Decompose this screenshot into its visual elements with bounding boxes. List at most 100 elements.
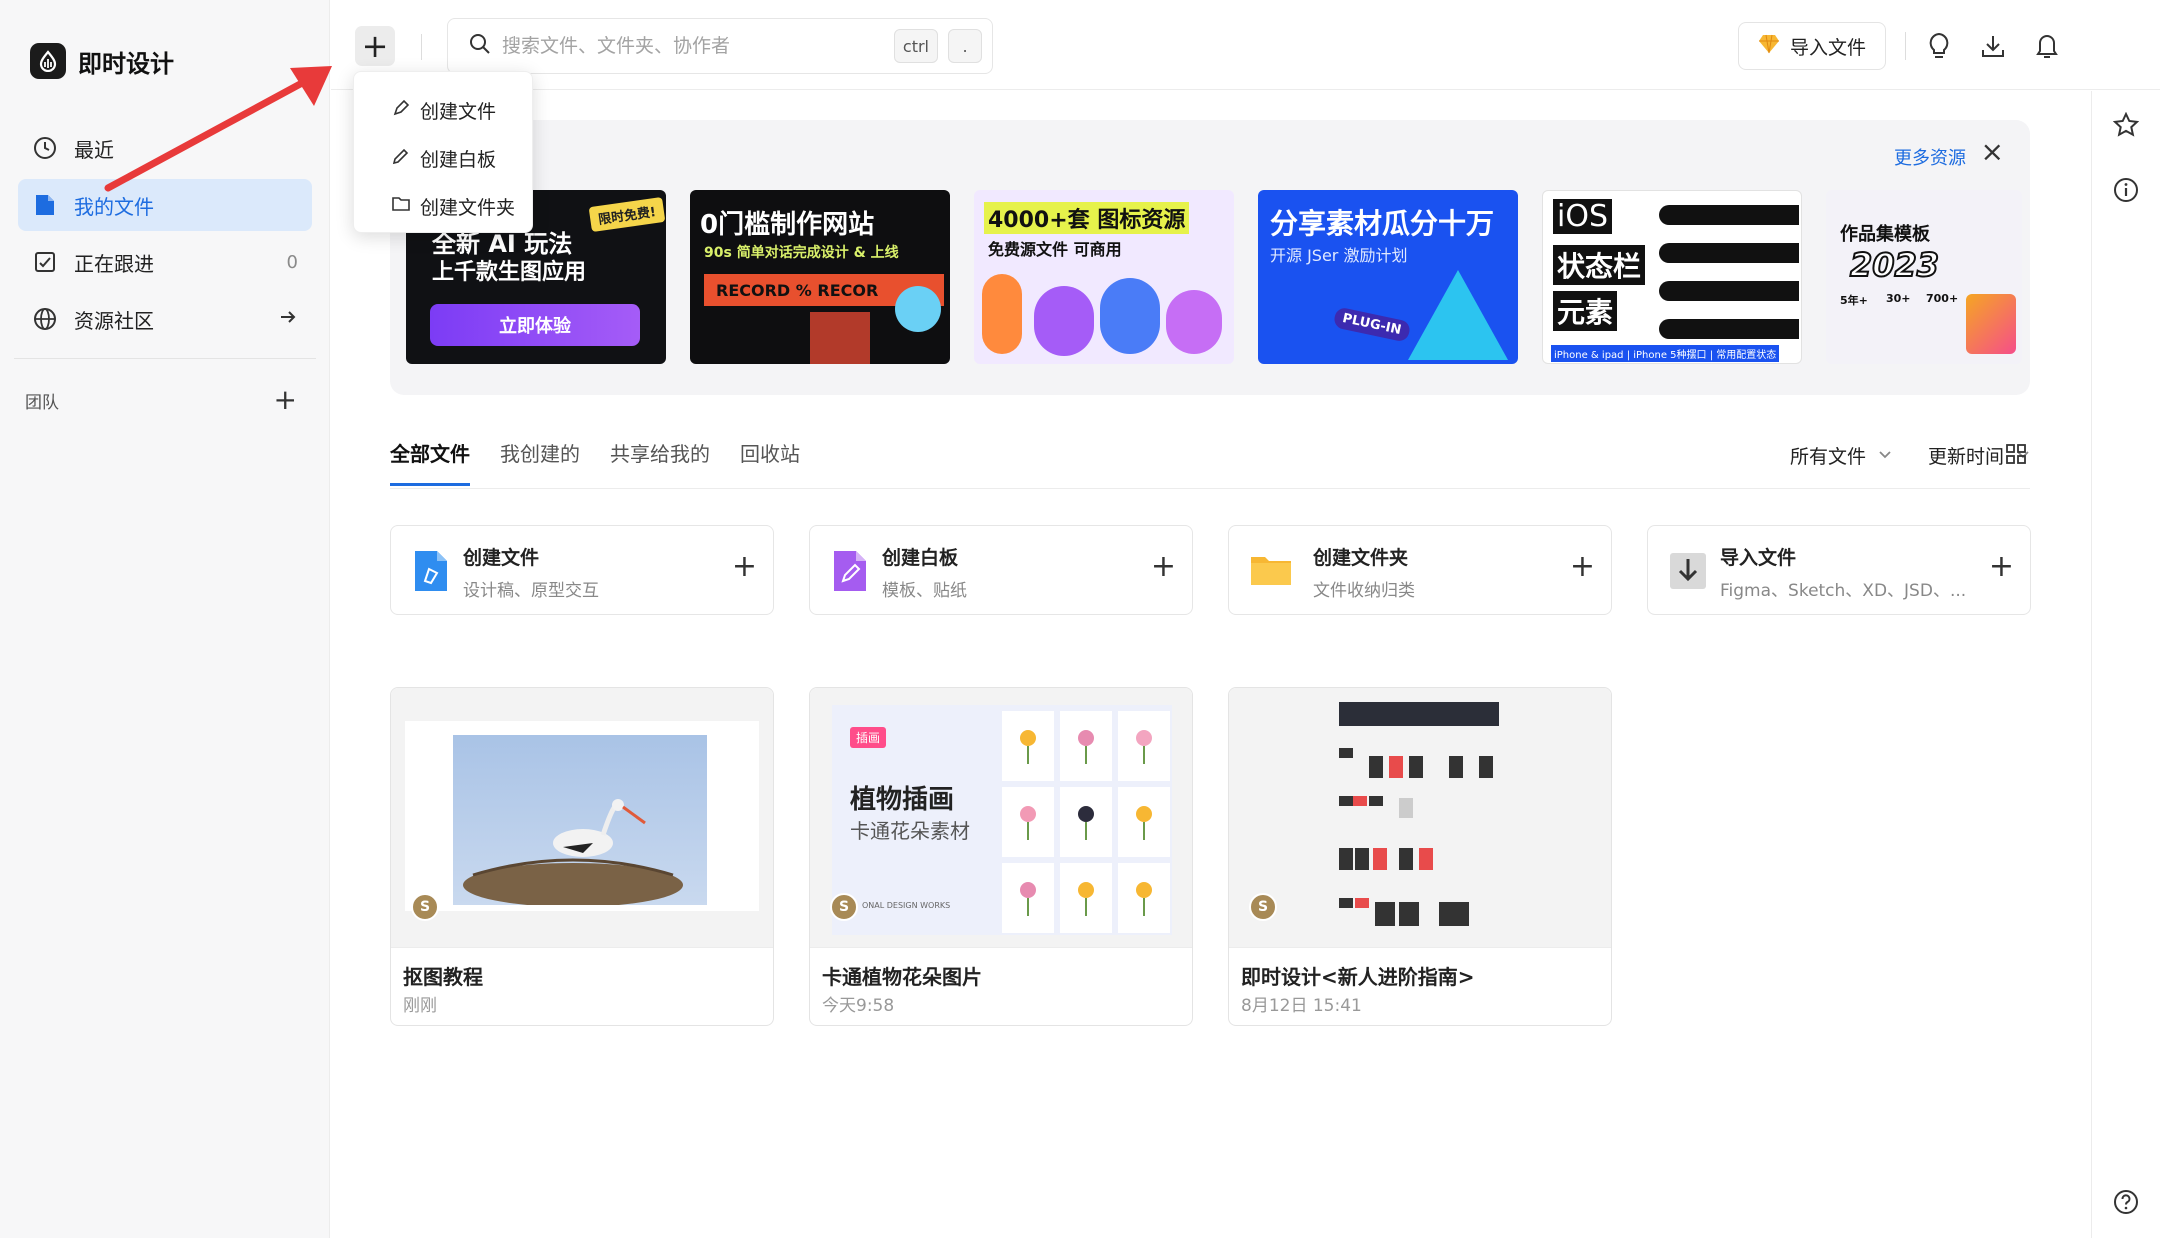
pencil-icon bbox=[392, 147, 410, 170]
resource-banner-portfolio[interactable]: 作品集模板 2023 5年+ 30+ 700+ bbox=[1826, 190, 2022, 364]
clock-icon bbox=[32, 135, 58, 161]
file-thumbnail: S bbox=[391, 688, 773, 948]
quick-subtitle: Figma、Sketch、XD、JSD、... bbox=[1720, 581, 1967, 601]
import-file-card[interactable]: 导入文件 Figma、Sketch、XD、JSD、... + bbox=[1647, 525, 2031, 615]
topbar-divider bbox=[421, 34, 422, 60]
menu-item-create-file[interactable]: 创建文件 bbox=[354, 86, 532, 134]
banner-title: 分享素材瓜分十万 bbox=[1270, 207, 1495, 240]
resource-banner-ios[interactable]: iOS 状态栏 元素 iPhone & ipad | iPhone 5种摆口 |… bbox=[1542, 190, 1802, 364]
try-now-label: 立即体验 bbox=[499, 316, 571, 337]
banner-title: 作品集模板 bbox=[1840, 224, 1930, 245]
sidebar-item-community[interactable]: 资源社区 bbox=[18, 293, 312, 345]
lightbulb-icon[interactable] bbox=[1921, 28, 1957, 64]
help-icon[interactable] bbox=[2109, 1185, 2143, 1219]
file-time: 8月12日 15:41 bbox=[1241, 996, 1362, 1016]
plus-icon: + bbox=[1569, 549, 1595, 584]
quick-title: 创建白板 bbox=[882, 547, 959, 569]
star-icon[interactable] bbox=[2109, 108, 2143, 142]
flower-icon bbox=[1118, 787, 1170, 857]
banner-year: 2023 bbox=[1849, 245, 1940, 285]
flower-icon bbox=[1060, 863, 1112, 933]
resource-banner-icons[interactable]: 4000+套 图标资源 免费源文件 可商用 bbox=[974, 190, 1234, 364]
import-icon bbox=[1668, 549, 1708, 593]
file-card[interactable]: 插画 植物插画 卡通花朵素材 ONAL DESIGN WORKS S 卡通植物花… bbox=[809, 687, 1193, 1026]
flower-icon bbox=[1002, 711, 1054, 781]
quick-title: 创建文件 bbox=[463, 547, 540, 569]
team-label: 团队 bbox=[25, 392, 59, 413]
file-time: 刚刚 bbox=[403, 996, 437, 1016]
topbar-divider bbox=[1905, 32, 1906, 60]
try-now-button: 立即体验 bbox=[430, 304, 640, 346]
following-count: 0 bbox=[286, 251, 298, 273]
team-section: 团队 + bbox=[25, 386, 297, 414]
banner-subtitle: 上千款生图应用 bbox=[432, 260, 587, 285]
folder-icon bbox=[1249, 549, 1293, 593]
flower-icon bbox=[1060, 711, 1112, 781]
record-text: RECORD % RECOR bbox=[716, 280, 879, 300]
tab-all-files[interactable]: 全部文件 bbox=[390, 438, 470, 486]
plus-icon: + bbox=[1988, 549, 2014, 584]
close-icon[interactable]: × bbox=[1981, 138, 2004, 166]
shortcut-key-dot: . bbox=[948, 29, 982, 63]
add-team-button[interactable]: + bbox=[274, 386, 297, 414]
new-menu: 创建文件 创建白板 创建文件夹 bbox=[353, 71, 533, 233]
sidebar-item-following[interactable]: 正在跟进 0 bbox=[18, 236, 312, 288]
avatar: S bbox=[411, 893, 439, 921]
create-folder-card[interactable]: 创建文件夹 文件收纳归类 + bbox=[1228, 525, 1612, 615]
search-box[interactable]: ctrl . bbox=[447, 18, 993, 74]
tabs-divider bbox=[390, 488, 2030, 489]
file-tabs: 全部文件 我创建的 共享给我的 回收站 bbox=[390, 438, 800, 486]
tab-trash[interactable]: 回收站 bbox=[740, 438, 800, 486]
flower-icon bbox=[1060, 787, 1112, 857]
import-file-button[interactable]: 导入文件 bbox=[1738, 22, 1886, 70]
search-input[interactable] bbox=[502, 35, 884, 57]
tab-shared-with-me[interactable]: 共享给我的 bbox=[610, 438, 710, 486]
file-icon bbox=[32, 192, 58, 218]
create-file-card[interactable]: 创建文件 设计稿、原型交互 + bbox=[390, 525, 774, 615]
create-whiteboard-card[interactable]: 创建白板 模板、贴纸 + bbox=[809, 525, 1193, 615]
thumb-footer: ONAL DESIGN WORKS bbox=[862, 901, 951, 910]
resource-banner-plugin[interactable]: 分享素材瓜分十万 开源 JSer 激励计划 PLUG-IN bbox=[1258, 190, 1518, 364]
thumb-header bbox=[1339, 702, 1499, 726]
design-file-icon bbox=[411, 549, 451, 593]
banner-subtitle: 90s 简单对话完成设计 & 上线 bbox=[704, 245, 899, 261]
file-title: 卡通植物花朵图片 bbox=[822, 965, 982, 989]
file-thumbnail: 插画 植物插画 卡通花朵素材 ONAL DESIGN WORKS S bbox=[810, 688, 1192, 948]
resource-banner-website[interactable]: 0门槛制作网站 90s 简单对话完成设计 & 上线 RECORD % RECOR bbox=[690, 190, 950, 364]
deco-shape bbox=[1966, 294, 2016, 354]
download-icon[interactable] bbox=[1975, 28, 2011, 64]
stork-photo bbox=[453, 735, 707, 907]
filters: 所有文件 更新时间 bbox=[1790, 442, 2030, 469]
flower-icon bbox=[1002, 863, 1054, 933]
arrow-right-icon bbox=[278, 307, 298, 332]
tab-created-by-me[interactable]: 我创建的 bbox=[500, 438, 580, 486]
thumb-flow bbox=[1339, 738, 1509, 938]
chevron-down-icon bbox=[1878, 448, 1892, 464]
banner-image bbox=[810, 312, 870, 364]
sort-label: 更新时间 bbox=[1927, 446, 2004, 468]
file-card[interactable]: S 抠图教程 刚刚 bbox=[390, 687, 774, 1026]
banner-subtitle-2: 元素 bbox=[1553, 291, 1618, 331]
more-resources-link[interactable]: 更多资源 bbox=[1894, 144, 1966, 170]
file-type-label: 所有文件 bbox=[1789, 446, 1866, 468]
sidebar-item-label: 正在跟进 bbox=[74, 251, 154, 276]
banner-stat: 30+ bbox=[1886, 292, 1911, 305]
banner-stat: 5年+ bbox=[1840, 294, 1868, 307]
thumb-canvas: 插画 植物插画 卡通花朵素材 ONAL DESIGN WORKS bbox=[832, 705, 1172, 935]
new-button[interactable]: + bbox=[355, 26, 395, 66]
shortcut-key-ctrl: ctrl bbox=[893, 29, 938, 63]
file-card[interactable]: S 即时设计<新人进阶指南> 8月12日 15:41 bbox=[1228, 687, 1612, 1026]
banner-subtitle: 开源 JSer 激励计划 bbox=[1270, 246, 1408, 265]
plugin-tag: PLUG-IN bbox=[1332, 306, 1412, 343]
banner-subtitle: 状态栏 bbox=[1553, 245, 1646, 285]
grid-view-icon[interactable] bbox=[2005, 443, 2027, 469]
menu-item-create-whiteboard[interactable]: 创建白板 bbox=[354, 134, 532, 182]
banner-title: 0门槛制作网站 bbox=[700, 210, 875, 240]
info-icon[interactable] bbox=[2109, 173, 2143, 207]
bell-icon[interactable] bbox=[2029, 28, 2065, 64]
banner-title: 4000+套 图标资源 bbox=[984, 202, 1190, 234]
right-rail bbox=[2091, 91, 2160, 1238]
deco-shape bbox=[1166, 290, 1222, 354]
file-type-filter[interactable]: 所有文件 bbox=[1790, 442, 1892, 469]
menu-item-create-folder[interactable]: 创建文件夹 bbox=[354, 182, 532, 230]
